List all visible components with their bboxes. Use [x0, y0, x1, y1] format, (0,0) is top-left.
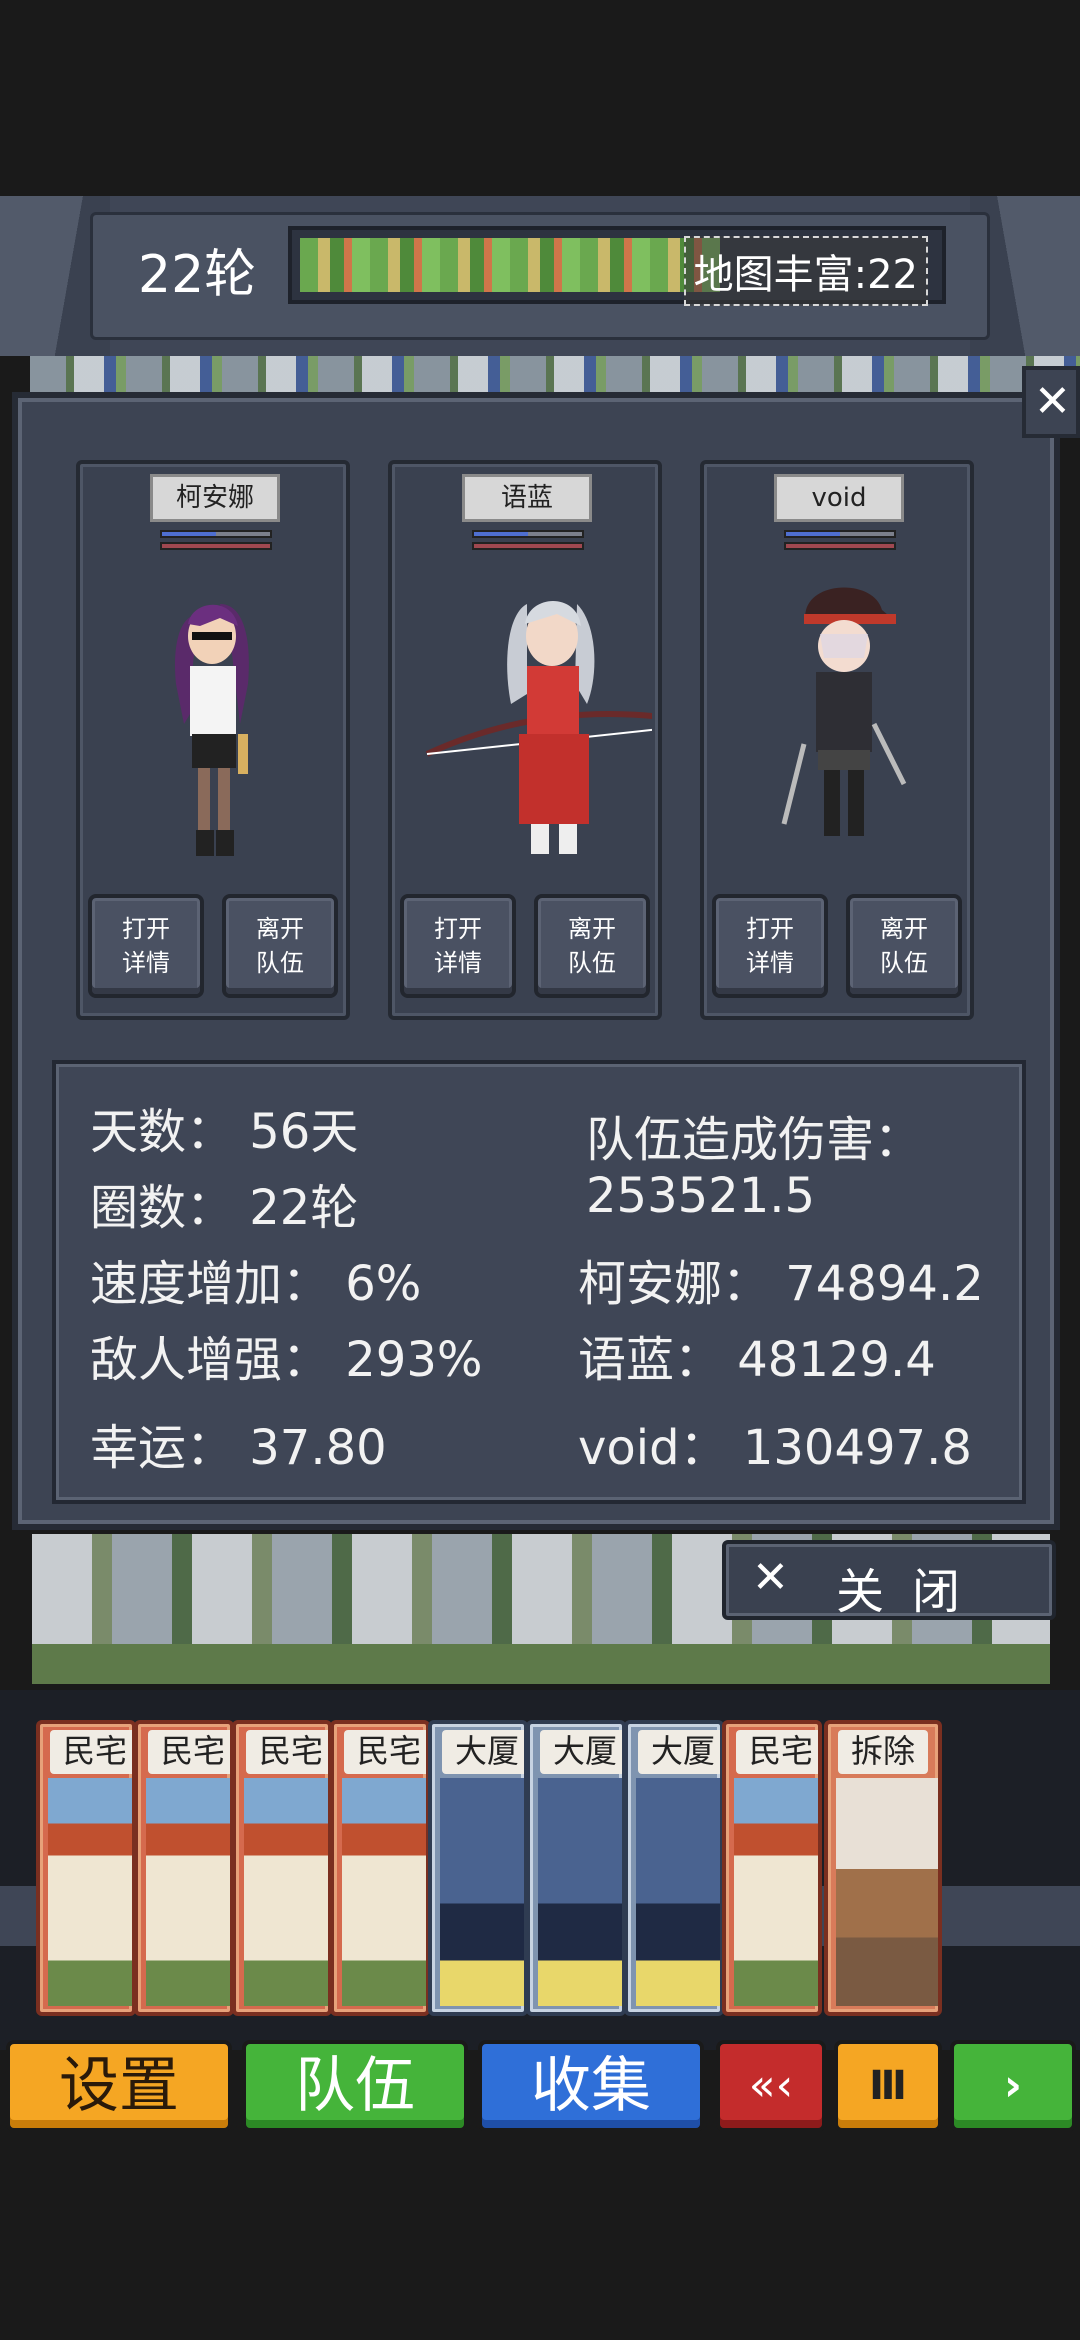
card-tower[interactable]: 大厦: [624, 1720, 724, 2016]
damage-hero-1: 柯安娜： 74894.2: [578, 1256, 984, 1312]
stats-panel: 天数： 56天 圈数： 22轮 速度增加： 6% 敌人增强： 293% 幸运： …: [52, 1060, 1026, 1504]
open-details-button[interactable]: 打开 详情: [712, 894, 828, 998]
stat-laps: 圈数： 22轮: [90, 1180, 359, 1236]
card-label: 民宅: [148, 1730, 230, 1774]
stat-days: 天数： 56天: [90, 1104, 359, 1160]
team-damage-value: 253521.5: [586, 1168, 816, 1224]
top-blank-area: [0, 0, 1080, 196]
next-button[interactable]: ›: [950, 2040, 1076, 2132]
card-label: 民宅: [50, 1730, 132, 1774]
hero-hp-bars: [784, 530, 896, 558]
collect-button[interactable]: 收集: [478, 2040, 704, 2132]
card-tower[interactable]: 大厦: [428, 1720, 528, 2016]
hero-name: 柯安娜: [150, 474, 280, 522]
pause-button[interactable]: Ⅲ: [834, 2040, 942, 2132]
team-damage-label: 队伍造成伤害：: [586, 1112, 923, 1168]
hero-sprite-3: [781, 587, 907, 836]
hero-sprite-2: [425, 601, 652, 854]
card-house[interactable]: 民宅: [330, 1720, 430, 2016]
team-button[interactable]: 队伍: [242, 2040, 468, 2132]
close-icon: ✕: [752, 1552, 789, 1603]
card-house[interactable]: 民宅: [232, 1720, 332, 2016]
damage-hero-2: 语蓝： 48129.4: [578, 1332, 936, 1388]
rewind-button[interactable]: «‹: [716, 2040, 826, 2132]
card-house[interactable]: 民宅: [36, 1720, 136, 2016]
map-tile-strip: [30, 356, 1080, 394]
card-label: 大厦: [638, 1730, 720, 1774]
close-button-label: 关闭: [836, 1564, 989, 1620]
card-demolish[interactable]: 拆除: [824, 1720, 942, 2016]
settings-button[interactable]: 设置: [6, 2040, 232, 2132]
card-label: 大厦: [540, 1730, 622, 1774]
card-house[interactable]: 民宅: [722, 1720, 822, 2016]
card-label: 拆除: [838, 1730, 928, 1774]
card-label: 民宅: [736, 1730, 818, 1774]
damage-hero-3: void： 130497.8: [578, 1420, 972, 1476]
close-button[interactable]: ✕ 关闭: [722, 1540, 1056, 1620]
hero-card-3: void 打开 详情 离开 队伍: [700, 460, 974, 1020]
card-label: 民宅: [246, 1730, 328, 1774]
open-details-button[interactable]: 打开 详情: [88, 894, 204, 998]
stat-luck: 幸运： 37.80: [90, 1420, 387, 1476]
map-richness-bar: 地图丰富:22: [288, 226, 946, 306]
card-label: 民宅: [344, 1730, 426, 1774]
hero-card-2: 语蓝 打开 详情 离开 队伍: [388, 460, 662, 1020]
hero-hp-bars: [160, 530, 272, 558]
leave-team-button[interactable]: 离开 队伍: [534, 894, 650, 998]
map-richness-fill: [300, 238, 720, 292]
card-tower[interactable]: 大厦: [526, 1720, 626, 2016]
leave-team-button[interactable]: 离开 队伍: [222, 894, 338, 998]
card-house[interactable]: 民宅: [134, 1720, 234, 2016]
card-label: 大厦: [442, 1730, 524, 1774]
open-details-button[interactable]: 打开 详情: [400, 894, 516, 998]
dialog-close-x[interactable]: ✕: [1022, 366, 1080, 438]
hero-sprite-1: [174, 604, 249, 856]
stat-enemy-boost: 敌人增强： 293%: [90, 1332, 483, 1388]
stat-speed: 速度增加： 6%: [90, 1256, 422, 1312]
hero-card-1: 柯安娜 打开 详情 离开 队伍: [76, 460, 350, 1020]
hero-name: 语蓝: [462, 474, 592, 522]
map-richness-label: 地图丰富:22: [683, 236, 928, 306]
hero-hp-bars: [472, 530, 584, 558]
close-icon: ✕: [1034, 376, 1071, 427]
hero-name: void: [774, 474, 904, 522]
leave-team-button[interactable]: 离开 队伍: [846, 894, 962, 998]
round-counter: 22轮: [138, 245, 257, 305]
